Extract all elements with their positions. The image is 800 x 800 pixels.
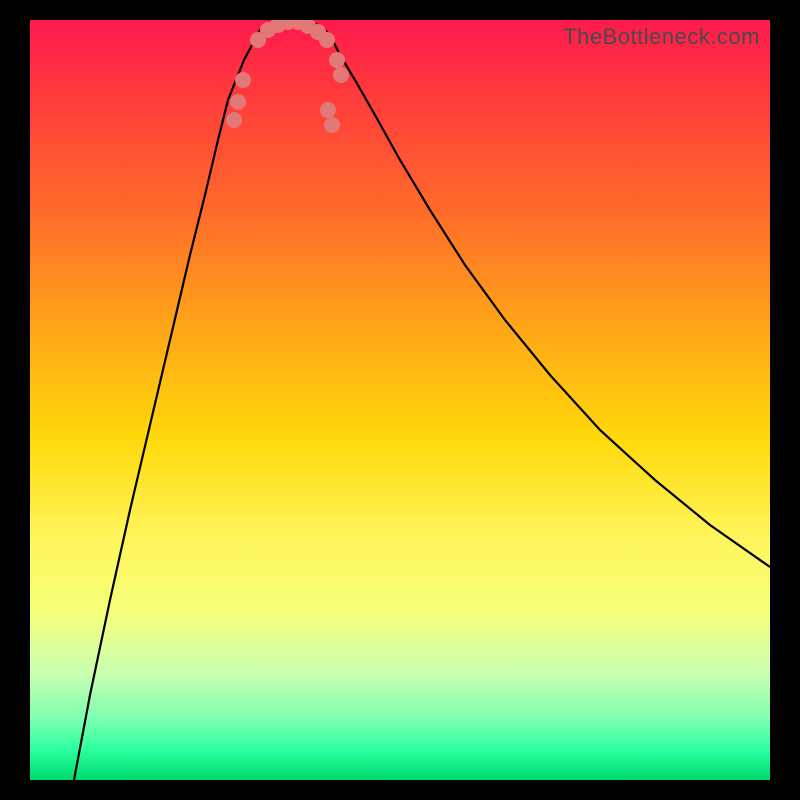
valley-marker bbox=[235, 72, 251, 88]
valley-marker bbox=[320, 102, 336, 118]
valley-marker bbox=[230, 94, 246, 110]
valley-marker bbox=[300, 20, 316, 34]
watermark-label: TheBottleneck.com bbox=[563, 24, 760, 50]
valley-marker bbox=[260, 22, 276, 38]
valley-marker bbox=[329, 52, 345, 68]
valley-marker bbox=[270, 20, 286, 33]
bottleneck-curve bbox=[74, 20, 770, 780]
valley-marker bbox=[250, 32, 266, 48]
valley-marker bbox=[324, 117, 340, 133]
chart-overlay bbox=[30, 20, 770, 780]
valley-marker bbox=[310, 24, 326, 40]
valley-marker-group bbox=[226, 20, 349, 133]
valley-marker bbox=[280, 20, 296, 30]
valley-marker bbox=[290, 20, 306, 30]
valley-marker bbox=[333, 67, 349, 83]
valley-marker bbox=[319, 32, 335, 48]
valley-marker bbox=[226, 112, 242, 128]
chart-area: TheBottleneck.com bbox=[30, 20, 770, 780]
